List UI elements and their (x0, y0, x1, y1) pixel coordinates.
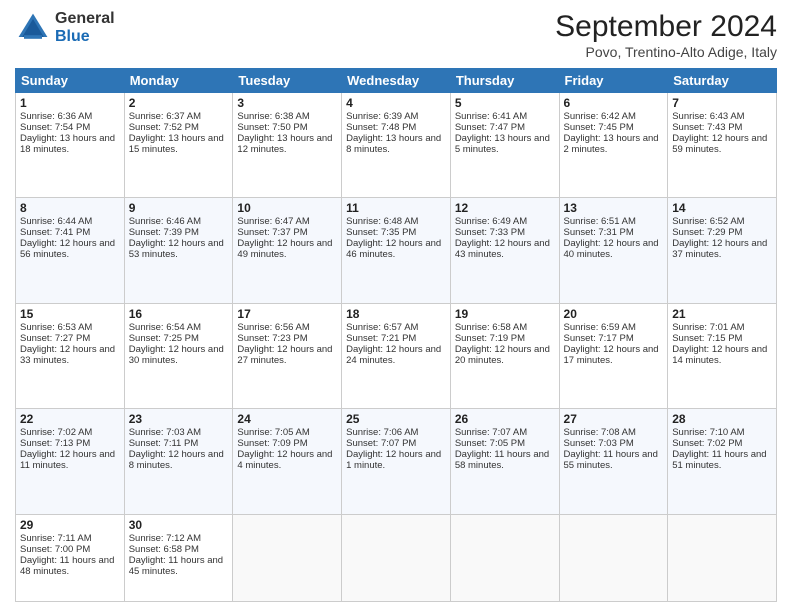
day-number: 18 (346, 307, 446, 321)
calendar-cell: 3Sunrise: 6:38 AMSunset: 7:50 PMDaylight… (233, 93, 342, 198)
day-number: 9 (129, 201, 229, 215)
calendar-cell (233, 514, 342, 601)
day-number: 11 (346, 201, 446, 215)
calendar-cell: 16Sunrise: 6:54 AMSunset: 7:25 PMDayligh… (124, 303, 233, 408)
day-number: 3 (237, 96, 337, 110)
calendar-cell: 4Sunrise: 6:39 AMSunset: 7:48 PMDaylight… (342, 93, 451, 198)
weekday-header: Saturday (668, 69, 777, 93)
calendar-cell: 23Sunrise: 7:03 AMSunset: 7:11 PMDayligh… (124, 409, 233, 514)
weekday-header: Sunday (16, 69, 125, 93)
logo-blue: Blue (55, 28, 115, 46)
day-number: 30 (129, 518, 229, 532)
day-number: 26 (455, 412, 555, 426)
day-number: 16 (129, 307, 229, 321)
calendar-cell: 25Sunrise: 7:06 AMSunset: 7:07 PMDayligh… (342, 409, 451, 514)
calendar-cell: 21Sunrise: 7:01 AMSunset: 7:15 PMDayligh… (668, 303, 777, 408)
header: General Blue September 2024 Povo, Trenti… (15, 10, 777, 60)
calendar-week-row: 22Sunrise: 7:02 AMSunset: 7:13 PMDayligh… (16, 409, 777, 514)
day-number: 14 (672, 201, 772, 215)
calendar-cell: 5Sunrise: 6:41 AMSunset: 7:47 PMDaylight… (450, 93, 559, 198)
day-number: 12 (455, 201, 555, 215)
calendar-cell: 10Sunrise: 6:47 AMSunset: 7:37 PMDayligh… (233, 198, 342, 303)
header-row: SundayMondayTuesdayWednesdayThursdayFrid… (16, 69, 777, 93)
calendar-cell: 24Sunrise: 7:05 AMSunset: 7:09 PMDayligh… (233, 409, 342, 514)
calendar-cell: 11Sunrise: 6:48 AMSunset: 7:35 PMDayligh… (342, 198, 451, 303)
day-number: 22 (20, 412, 120, 426)
logo-general: General (55, 10, 115, 28)
calendar-week-row: 8Sunrise: 6:44 AMSunset: 7:41 PMDaylight… (16, 198, 777, 303)
weekday-header: Monday (124, 69, 233, 93)
day-number: 29 (20, 518, 120, 532)
calendar-cell: 14Sunrise: 6:52 AMSunset: 7:29 PMDayligh… (668, 198, 777, 303)
calendar-cell (450, 514, 559, 601)
day-number: 6 (564, 96, 664, 110)
day-number: 5 (455, 96, 555, 110)
calendar-cell (342, 514, 451, 601)
calendar-cell: 29Sunrise: 7:11 AMSunset: 7:00 PMDayligh… (16, 514, 125, 601)
calendar-cell: 8Sunrise: 6:44 AMSunset: 7:41 PMDaylight… (16, 198, 125, 303)
day-number: 8 (20, 201, 120, 215)
calendar-cell: 18Sunrise: 6:57 AMSunset: 7:21 PMDayligh… (342, 303, 451, 408)
calendar-cell: 28Sunrise: 7:10 AMSunset: 7:02 PMDayligh… (668, 409, 777, 514)
day-number: 20 (564, 307, 664, 321)
calendar-cell (668, 514, 777, 601)
title-block: September 2024 Povo, Trentino-Alto Adige… (555, 10, 777, 60)
day-number: 2 (129, 96, 229, 110)
page: General Blue September 2024 Povo, Trenti… (0, 0, 792, 612)
calendar-cell: 17Sunrise: 6:56 AMSunset: 7:23 PMDayligh… (233, 303, 342, 408)
calendar-cell: 30Sunrise: 7:12 AMSunset: 6:58 PMDayligh… (124, 514, 233, 601)
day-number: 19 (455, 307, 555, 321)
day-number: 23 (129, 412, 229, 426)
calendar-cell: 22Sunrise: 7:02 AMSunset: 7:13 PMDayligh… (16, 409, 125, 514)
day-number: 13 (564, 201, 664, 215)
weekday-header: Friday (559, 69, 668, 93)
weekday-header: Wednesday (342, 69, 451, 93)
day-number: 27 (564, 412, 664, 426)
calendar-cell: 13Sunrise: 6:51 AMSunset: 7:31 PMDayligh… (559, 198, 668, 303)
day-number: 24 (237, 412, 337, 426)
weekday-header: Tuesday (233, 69, 342, 93)
calendar-cell: 15Sunrise: 6:53 AMSunset: 7:27 PMDayligh… (16, 303, 125, 408)
calendar-cell (559, 514, 668, 601)
day-number: 15 (20, 307, 120, 321)
calendar-cell: 27Sunrise: 7:08 AMSunset: 7:03 PMDayligh… (559, 409, 668, 514)
calendar-cell: 26Sunrise: 7:07 AMSunset: 7:05 PMDayligh… (450, 409, 559, 514)
calendar-table: SundayMondayTuesdayWednesdayThursdayFrid… (15, 68, 777, 602)
calendar-week-row: 29Sunrise: 7:11 AMSunset: 7:00 PMDayligh… (16, 514, 777, 601)
calendar-cell: 19Sunrise: 6:58 AMSunset: 7:19 PMDayligh… (450, 303, 559, 408)
month-title: September 2024 (555, 10, 777, 44)
logo-text: General Blue (55, 10, 115, 45)
logo-icon (15, 10, 51, 46)
calendar-cell: 2Sunrise: 6:37 AMSunset: 7:52 PMDaylight… (124, 93, 233, 198)
weekday-header: Thursday (450, 69, 559, 93)
calendar-cell: 1Sunrise: 6:36 AMSunset: 7:54 PMDaylight… (16, 93, 125, 198)
calendar-week-row: 1Sunrise: 6:36 AMSunset: 7:54 PMDaylight… (16, 93, 777, 198)
calendar-week-row: 15Sunrise: 6:53 AMSunset: 7:27 PMDayligh… (16, 303, 777, 408)
calendar-cell: 12Sunrise: 6:49 AMSunset: 7:33 PMDayligh… (450, 198, 559, 303)
day-number: 7 (672, 96, 772, 110)
day-number: 1 (20, 96, 120, 110)
day-number: 17 (237, 307, 337, 321)
day-number: 21 (672, 307, 772, 321)
day-number: 28 (672, 412, 772, 426)
calendar-cell: 7Sunrise: 6:43 AMSunset: 7:43 PMDaylight… (668, 93, 777, 198)
day-number: 10 (237, 201, 337, 215)
calendar-cell: 9Sunrise: 6:46 AMSunset: 7:39 PMDaylight… (124, 198, 233, 303)
location-subtitle: Povo, Trentino-Alto Adige, Italy (555, 44, 777, 60)
day-number: 4 (346, 96, 446, 110)
calendar-cell: 20Sunrise: 6:59 AMSunset: 7:17 PMDayligh… (559, 303, 668, 408)
day-number: 25 (346, 412, 446, 426)
logo: General Blue (15, 10, 115, 46)
calendar-cell: 6Sunrise: 6:42 AMSunset: 7:45 PMDaylight… (559, 93, 668, 198)
